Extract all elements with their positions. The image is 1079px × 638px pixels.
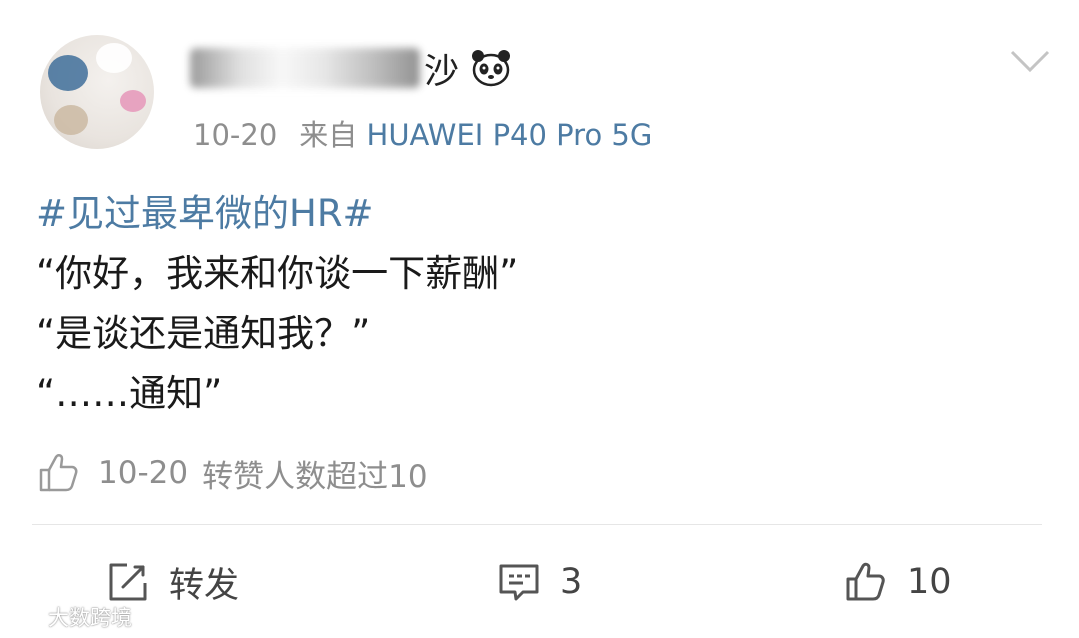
source-prefix: 来自 — [299, 118, 358, 152]
post-date: 10-20 — [193, 118, 278, 152]
device-link[interactable]: HUAWEI P40 Pro 5G — [367, 118, 653, 152]
username-blurred — [190, 48, 420, 88]
comment-count: 3 — [560, 562, 583, 602]
repost-info: 10-20 转赞人数超过10 — [36, 448, 428, 498]
share-edit-icon — [109, 563, 147, 601]
avatar-shape — [48, 55, 88, 91]
share-label: 转发 — [169, 565, 240, 606]
post-line: “你好，我来和你谈一下薪酬” — [36, 252, 519, 295]
repost-date: 10-20 — [98, 455, 189, 491]
divider — [32, 524, 1042, 525]
like-count: 10 — [907, 562, 952, 602]
repost-text: 转赞人数超过10 — [202, 458, 428, 495]
avatar-shape — [120, 90, 146, 112]
like-icon — [846, 562, 885, 601]
avatar[interactable] — [40, 35, 154, 149]
post-content: #见过最卑微的HR# “你好，我来和你谈一下薪酬” “是谈还是通知我？” “……… — [36, 184, 518, 424]
post-line: “是谈还是通知我？” — [36, 312, 371, 355]
comment-icon — [499, 564, 539, 601]
weibo-post-card: 沙 10-20 来自 HUAWEI P40 Pro 5G #见过最卑微的HR# “… — [0, 0, 1079, 638]
username-visible-part: 沙 — [424, 51, 460, 92]
hashtag-link[interactable]: #见过最卑微的HR# — [36, 192, 374, 235]
comment-button[interactable]: 3 — [496, 552, 582, 612]
thumb-up-icon — [39, 454, 78, 492]
watermark-logo-icon — [4, 607, 43, 627]
panda-emoji-icon — [472, 50, 511, 87]
watermark: 大数跨境 — [4, 600, 132, 634]
avatar-shape — [54, 105, 88, 135]
username[interactable]: 沙 — [190, 38, 513, 98]
avatar-shape — [96, 43, 132, 73]
post-meta: 10-20 来自 HUAWEI P40 Pro 5G — [193, 112, 652, 154]
watermark-text: 大数跨境 — [48, 606, 132, 630]
chevron-down-icon[interactable] — [1008, 44, 1052, 76]
post-line: “……通知” — [36, 372, 223, 415]
like-button[interactable]: 10 — [843, 552, 952, 612]
